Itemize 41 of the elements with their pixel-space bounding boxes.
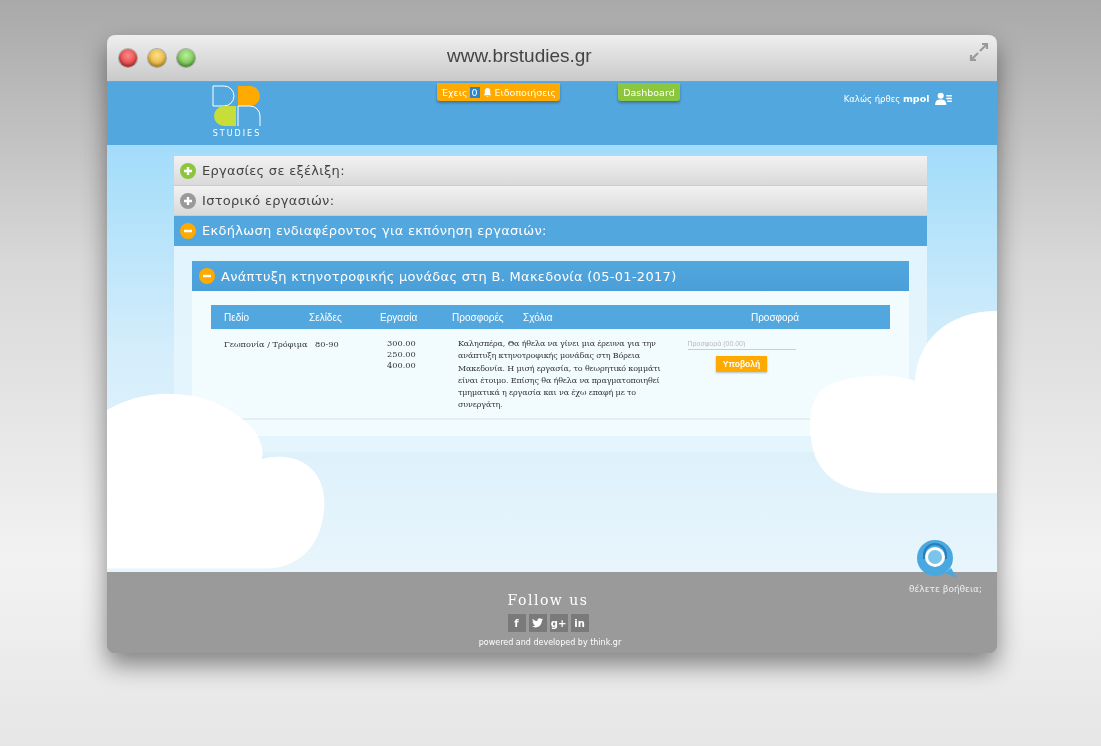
logo-icon (212, 85, 262, 127)
help-text[interactable]: θέλετε βοήθεια; (908, 584, 982, 594)
maximize-button[interactable] (177, 49, 195, 67)
window-title: www.brstudies.gr (447, 45, 592, 67)
accordion-header[interactable]: Ιστορικό εργασιών: (174, 186, 927, 216)
toggle-icon (199, 268, 215, 284)
close-button[interactable] (119, 49, 137, 67)
twitter-link[interactable] (528, 614, 547, 632)
section-title: Ιστορικό εργασιών: (202, 193, 335, 208)
logo-text: STUDIES (212, 129, 262, 138)
table-cell-text: Γεωπονία / Τρόφιμα (223, 338, 309, 351)
column-header: Πεδίο (223, 311, 251, 323)
table-cell-text: 400.00 (387, 360, 417, 371)
dashboard-button[interactable]: Dashboard (618, 83, 680, 101)
bell-icon (481, 86, 493, 98)
accordion-header[interactable]: Εκδήλωση ενδιαφέροντος για εκπόνηση εργασιών: (174, 216, 927, 246)
project-header[interactable]: Ανάπτυξη κτηνοτροφικής μονάδας στη Β. Μακεδονία (05-01-2017) (192, 261, 909, 291)
section-title: Εργασίες σε εξέλιξη: (202, 163, 345, 178)
notifications-button[interactable]: Έχεις 0 Ειδοποιήσεις (437, 83, 561, 101)
comment-text: Καλησπέρα, Θα ήθελα να γίνει μια έρευνα για την ανάπτυξη κτηνοτροφικής μονάδας στη Βόρεια Μακεδονία. Η μισή εργασία, το θεωρητικό κομμάτι είναι έτοιμο. Επίσης θα ήθελα να πραγματοποιηθεί τμηματικά η εργασία και να έχω επαφή με το συνεργάτη. (458, 338, 662, 412)
facebook-link[interactable]: f (507, 614, 526, 632)
table-cell-text: 80-90 (315, 338, 340, 351)
minimize-button[interactable] (148, 49, 166, 67)
user-menu-icon[interactable] (935, 92, 953, 105)
table-cell-text: 250.00 (387, 349, 417, 360)
bird-icon (532, 618, 543, 628)
column-header: Προσφορές (452, 311, 505, 323)
table-cell-text: 300.00 (387, 338, 417, 349)
column-header: Προσφορά (749, 311, 801, 323)
column-header: Εργασία (380, 311, 419, 323)
column-header: Σχόλια (523, 311, 554, 323)
googleplus-link[interactable]: g+ (549, 614, 568, 632)
section-title: Εκδήλωση ενδιαφέροντος για εκπόνηση εργασιών: (202, 223, 547, 238)
welcome-text: Καλώς ήρθες mpol (843, 93, 930, 104)
follow-title: Follow us (507, 592, 589, 608)
credit-text: powered and developed by think.gr (478, 638, 622, 648)
column-header: Σελίδες (309, 311, 343, 323)
expand-icon[interactable] (969, 42, 989, 62)
linkedin-link[interactable]: in (570, 614, 589, 632)
accordion-header[interactable]: Εργασίες σε εξέλιξη: (174, 156, 927, 186)
project-title: Ανάπτυξη κτηνοτροφικής μονάδας στη Β. Μακεδονία (05-01-2017) (221, 268, 677, 284)
